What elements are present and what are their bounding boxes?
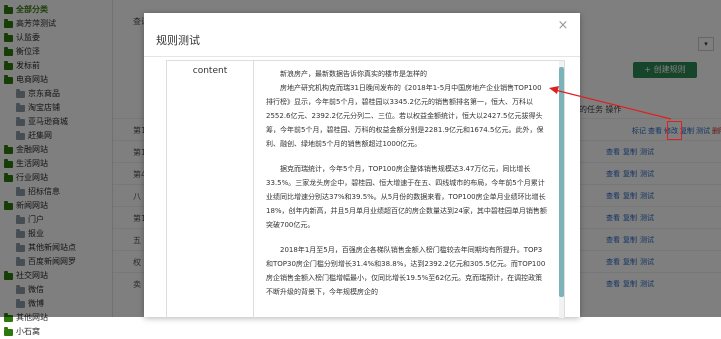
close-icon[interactable]: × <box>556 19 570 33</box>
scrollbar-thumb[interactable] <box>559 67 564 297</box>
rule-test-dialog: 规则测试 × content 新浪房产，最新数据告诉你真实的楼市是怎样的房地产研… <box>144 13 580 318</box>
content-text[interactable]: 新浪房产，最新数据告诉你真实的楼市是怎样的房地产研究机构克而瑞31日晚间发布的《… <box>254 61 558 318</box>
scrollbar-track[interactable] <box>559 61 564 318</box>
title-divider <box>144 56 580 57</box>
sidebar-item-label: 小石窝 <box>16 327 40 336</box>
test-result-panel: content 新浪房产，最新数据告诉你真实的楼市是怎样的房地产研究机构克而瑞3… <box>166 60 565 318</box>
content-paragraph: 房地产研究机构克而瑞31日晚间发布的《2018年1-5月中国房地产企业销售TOP… <box>266 84 544 148</box>
content-paragraph: 据克而瑞统计，今年5个月，TOP100房企整体销售规模达3.47万亿元，同比增长… <box>266 165 547 229</box>
dialog-title: 规则测试 <box>156 34 200 47</box>
field-name-cell: content <box>167 61 254 318</box>
folder-icon <box>4 326 13 336</box>
content-paragraph: 2018年1月至5月，百强房企各梯队销售金额入榜门槛较去年同期均有所提升。TOP… <box>266 246 546 296</box>
content-paragraph: 新浪房产，最新数据告诉你真实的楼市是怎样的 <box>280 70 427 78</box>
field-name: content <box>192 66 228 76</box>
sidebar-item[interactable]: 小石窝 <box>0 325 112 339</box>
